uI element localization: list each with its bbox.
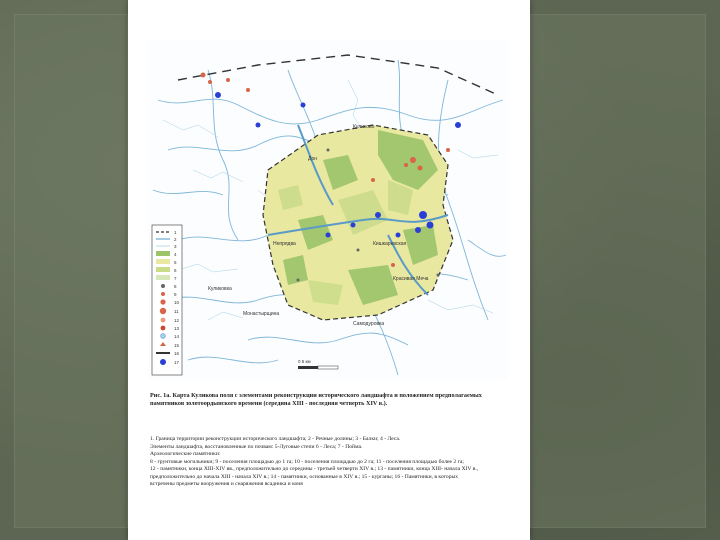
legend-line-1: 1. Граница территории реконструкции исто… <box>150 436 401 442</box>
legend-line-3: Археологические памятники: <box>150 451 221 457</box>
legend-line-2: Элементы ландшафта, восстановленные по п… <box>150 443 363 450</box>
label-samodurovka: Самодуровка <box>353 321 384 327</box>
legend-line-6: предположительно до начала XIII - начала… <box>150 473 459 480</box>
label-don: Дон <box>308 156 317 162</box>
label-nepryadva: Непрядва <box>273 241 296 247</box>
legend-num-16: 16 <box>174 351 180 356</box>
label-monastyrshchina: Монастырщина <box>243 311 279 317</box>
label-krasivaya-mecha: Красивая Меча <box>393 276 429 282</box>
legend-num-13: 13 <box>174 326 180 331</box>
legend-num-10: 10 <box>174 300 180 305</box>
legend-description: 1. Граница территории реконструкции исто… <box>150 436 510 489</box>
document-page: 1 2 3 4 5 6 7 8 9 10 11 12 13 14 15 16 1… <box>128 0 530 540</box>
legend-num-15: 15 <box>174 343 180 348</box>
figure-caption: Рис. 1а. Карта Куликова поля с элементам… <box>150 392 482 407</box>
left-frame-panel <box>14 14 128 528</box>
legend-num-17: 17 <box>174 360 180 365</box>
label-kulikovo: Куликово <box>353 124 375 130</box>
legend-line-7: встречены предметы вооружения и снаряжен… <box>150 481 303 487</box>
legend-num-12: 12 <box>174 318 180 323</box>
scale-label: 0 5 км <box>298 359 311 364</box>
label-kulikovka: Куликовка <box>208 286 232 292</box>
legend-line-4: 8 - грунтовые могильники; 9 - поселения … <box>150 458 464 465</box>
legend-line-5: 12 - памятники, конца XIII-XIV вв., пред… <box>150 466 479 472</box>
label-kishkarevskaya: Кишкаревская <box>373 241 407 247</box>
legend-num-11: 11 <box>174 309 179 314</box>
right-frame-panel <box>530 14 706 528</box>
kulikovo-field-map: 1 2 3 4 5 6 7 8 9 10 11 12 13 14 15 16 1… <box>148 40 508 380</box>
legend-num-14: 14 <box>174 334 180 339</box>
